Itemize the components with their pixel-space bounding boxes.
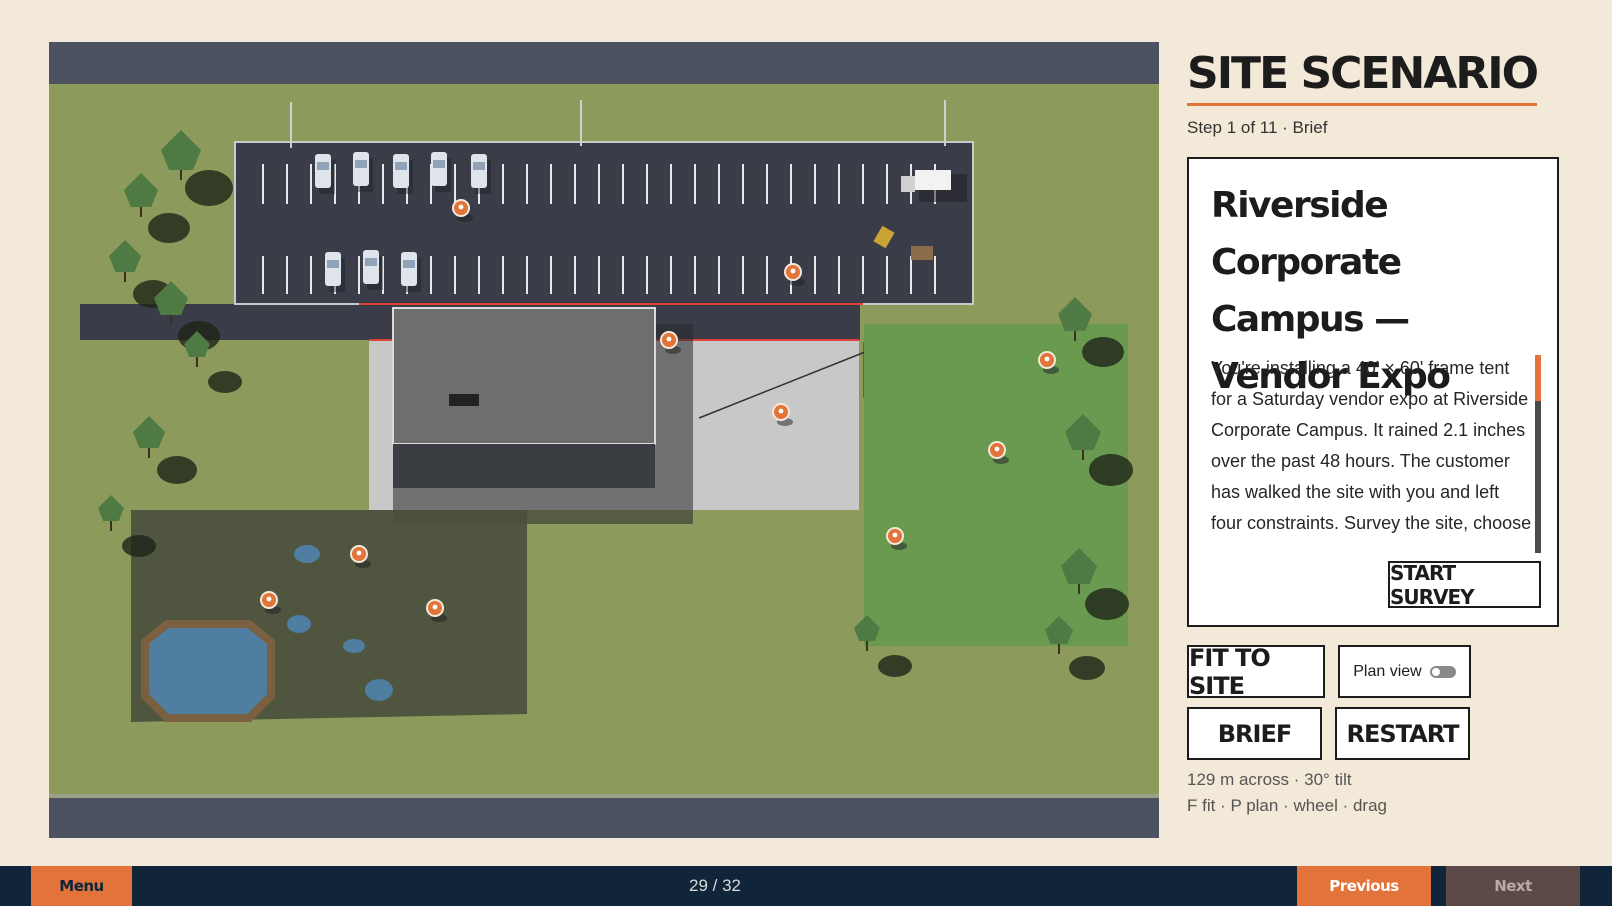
toggle-knob — [1431, 667, 1440, 676]
restart-button[interactable]: RESTART — [1335, 707, 1470, 760]
survey-marker-icon[interactable] — [988, 441, 1006, 459]
site-scene[interactable] — [49, 42, 1159, 838]
page-counter: 29 / 32 — [689, 876, 741, 895]
parked-car — [431, 152, 447, 186]
survey-marker-icon[interactable] — [660, 331, 678, 349]
toggle-switch-icon[interactable] — [1429, 665, 1456, 678]
bottom-nav-bar: 29 / 32 Menu Previous Next — [0, 866, 1612, 906]
survey-marker-icon[interactable] — [886, 527, 904, 545]
parked-car — [353, 152, 369, 186]
survey-marker-icon[interactable] — [772, 403, 790, 421]
tree — [98, 495, 124, 521]
scenario-panel: SITE SCENARIO Step 1 of 11 · Brief River… — [1187, 42, 1565, 815]
survey-marker-icon[interactable] — [784, 263, 802, 281]
parked-car — [393, 154, 409, 188]
office-building-roof — [392, 307, 656, 445]
start-survey-button[interactable]: START SURVEY — [1388, 561, 1541, 609]
rooftop-unit — [449, 394, 479, 406]
parked-car — [401, 252, 417, 286]
parked-car — [363, 250, 379, 284]
survey-marker-icon[interactable] — [452, 199, 470, 217]
tree — [1058, 297, 1092, 331]
light-poles — [290, 100, 946, 148]
parked-car — [315, 154, 331, 188]
next-button[interactable]: Next — [1446, 866, 1580, 906]
north-road — [49, 42, 1159, 84]
camera-info: 129 m across · 30° tilt — [1187, 770, 1352, 789]
plan-view-toggle[interactable]: Plan view — [1338, 645, 1471, 698]
tree — [161, 130, 201, 170]
south-road — [49, 796, 1159, 838]
office-building-facade — [393, 444, 655, 488]
survey-marker-icon[interactable] — [350, 545, 368, 563]
fit-to-site-button[interactable]: FIT TO SITE — [1187, 644, 1325, 700]
panel-title: SITE SCENARIO — [1187, 46, 1539, 106]
survey-marker-icon[interactable] — [1038, 351, 1056, 369]
parked-car — [325, 252, 341, 286]
survey-marker-icon[interactable] — [260, 591, 278, 609]
brief-card: Riverside Corporate Campus — Vendor Expo… — [1187, 157, 1559, 627]
menu-button[interactable]: Menu — [31, 866, 132, 906]
survey-marker-icon[interactable] — [426, 599, 444, 617]
brief-scrollbar-thumb[interactable] — [1535, 355, 1541, 401]
tree — [133, 416, 165, 448]
step-indicator: Step 1 of 11 · Brief — [1187, 118, 1328, 137]
tree — [124, 173, 158, 207]
site-viewport[interactable] — [49, 42, 1159, 838]
plan-view-label: Plan view — [1353, 662, 1422, 680]
brief-text[interactable]: You're installing a 40' × 60' frame tent… — [1211, 353, 1533, 545]
keyboard-shortcuts: F fit · P plan · wheel · drag — [1187, 796, 1387, 815]
previous-button[interactable]: Previous — [1297, 866, 1431, 906]
south-curb — [49, 794, 1159, 798]
tree — [109, 240, 141, 272]
brief-button[interactable]: BRIEF — [1187, 707, 1322, 760]
retention-pond — [141, 620, 275, 722]
parked-car — [471, 154, 487, 188]
